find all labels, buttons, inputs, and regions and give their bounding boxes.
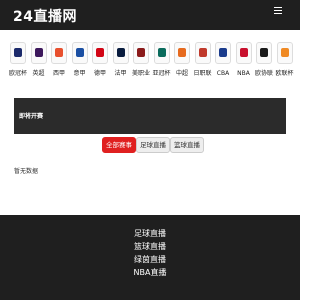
league-label: CBA [216,70,230,77]
footer-link-green[interactable]: 绿茵直播 [0,254,300,266]
league-item[interactable]: 美职业 [131,42,151,78]
site-logo[interactable]: 24直播网 [13,6,77,26]
afc-icon [153,42,170,64]
league-item[interactable]: 欧冠杯 [8,42,28,78]
league-label: 英超 [32,70,45,77]
empty-state-text: 暂无数据 [14,168,39,175]
league-label: 德甲 [93,70,106,77]
cba-icon [215,42,231,64]
csl-icon [174,42,190,64]
league-item[interactable]: 日职联 [193,42,213,78]
league-item[interactable]: 西甲 [49,42,69,78]
league-label: NBA [237,70,250,77]
schedule-panel: 即将开赛 全部赛事 足球直播 篮球直播 [14,98,286,158]
footer-link-basketball[interactable]: 篮球直播 [0,241,300,253]
ligue1-icon [112,42,129,64]
league-item[interactable]: 欧联杯 [275,42,295,78]
league-item[interactable]: NBA [234,42,254,78]
footer-link-nba[interactable]: NBA直播 [0,267,300,279]
uecl-icon [256,42,272,64]
league-label: 中超 [175,70,188,77]
league-label: 欧协联 [254,70,273,77]
league-item[interactable]: 英超 [29,42,49,78]
tab-all-events[interactable]: 全部赛事 [102,137,136,153]
league-label: 日职联 [193,70,212,77]
bundesliga-icon [92,42,108,64]
footer-link-football[interactable]: 足球直播 [0,228,300,240]
league-item[interactable]: 意甲 [70,42,90,78]
league-label: 美职业 [131,70,150,77]
tab-football-live[interactable]: 足球直播 [136,137,170,153]
schedule-header: 即将开赛 [14,98,286,134]
league-label: 亚冠杯 [152,70,171,77]
league-label: 欧联杯 [275,70,294,77]
premier-league-icon [30,42,47,64]
tab-basketball-live[interactable]: 篮球直播 [170,137,204,153]
league-item[interactable]: 亚冠杯 [152,42,172,78]
nba-icon [235,42,252,64]
uel-icon [276,42,293,64]
league-label: 法甲 [114,70,127,77]
menu-icon[interactable] [274,7,282,18]
ucl-icon [10,42,26,64]
league-nav: 欧冠杯 英超 西甲 意甲 德甲 法甲 美职业 亚冠杯 中超 日职联 CBA NBA 欧协联 欧联杯 [0,42,300,86]
j-league-icon [194,42,211,64]
league-label: 意甲 [73,70,86,77]
mls-icon [133,42,149,64]
laliga-icon [51,42,67,64]
league-item[interactable]: 法甲 [111,42,131,78]
league-label: 西甲 [52,70,65,77]
serie-a-icon [71,42,88,64]
site-header: 24直播网 [0,0,300,30]
site-footer: 足球直播 篮球直播 绿茵直播 NBA直播 [0,215,300,300]
league-item[interactable]: CBA [213,42,233,78]
schedule-title: 即将开赛 [19,113,44,120]
league-item[interactable]: 欧协联 [254,42,274,78]
league-label: 欧冠杯 [8,70,27,77]
league-item[interactable]: 德甲 [90,42,110,78]
league-item[interactable]: 中超 [172,42,192,78]
